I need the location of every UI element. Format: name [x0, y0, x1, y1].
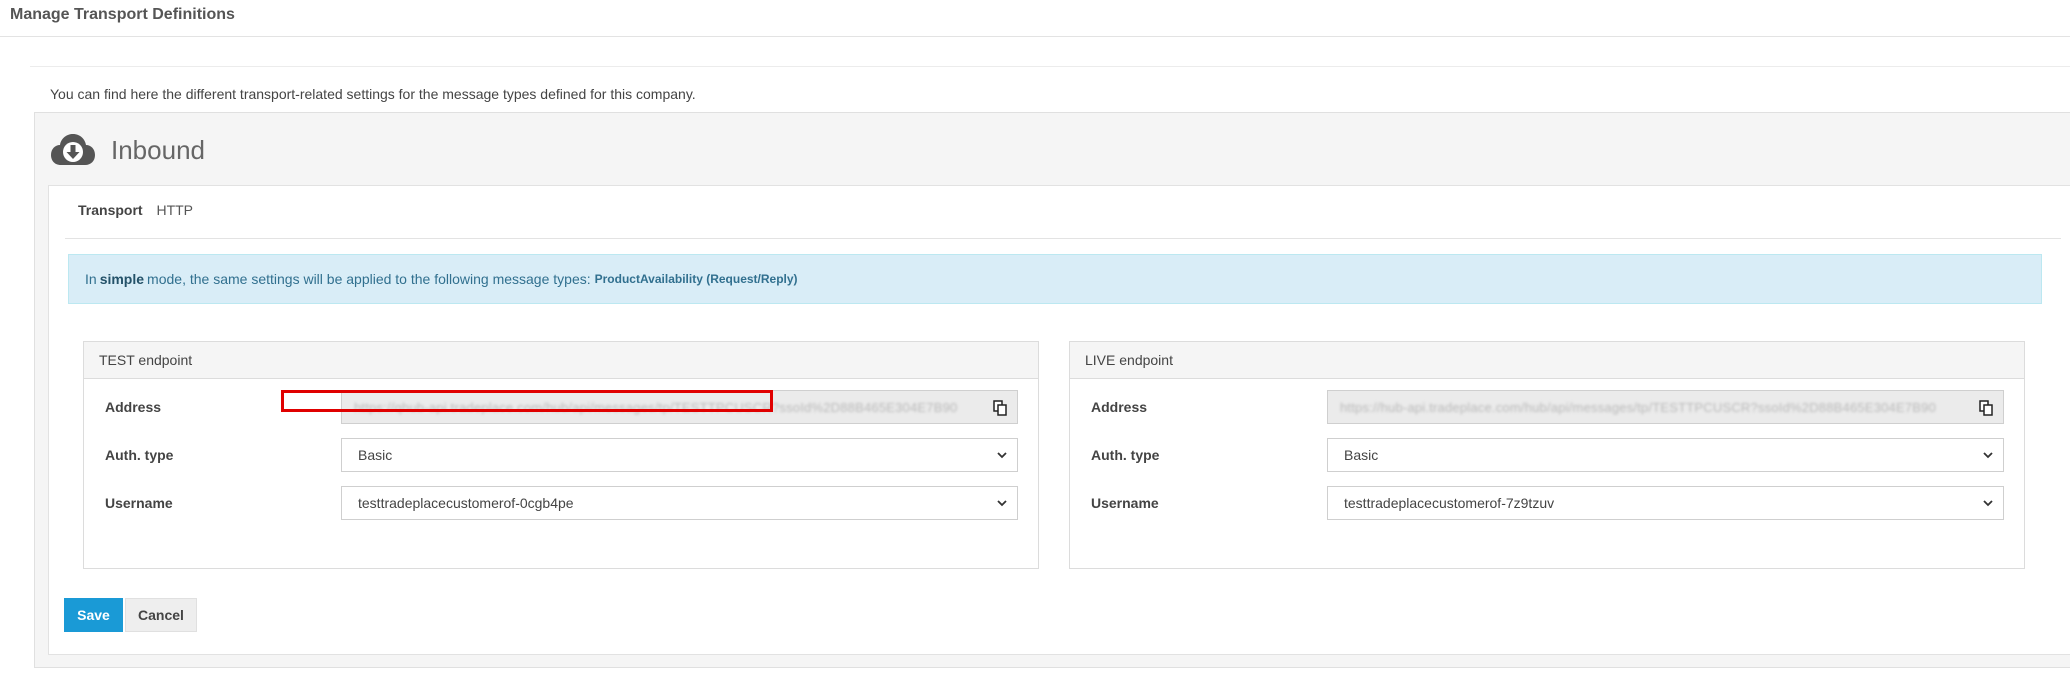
info-mode: simple	[99, 271, 145, 287]
test-endpoint-panel: TEST endpoint Address https://qhub-api.t…	[83, 341, 1039, 569]
live-address-value: https://hub-api.tradeplace.com/hub/api/m…	[1340, 399, 1937, 415]
test-username-select[interactable]: testtradeplacecustomerof-0cgb4pe	[341, 486, 1018, 520]
live-username-row: Username testtradeplacecustomerof-7z9tzu…	[1070, 486, 2024, 520]
live-auth-label: Auth. type	[1091, 447, 1160, 463]
chevron-down-icon	[997, 500, 1007, 507]
info-prefix: In	[85, 271, 97, 287]
live-auth-value: Basic	[1344, 447, 1379, 463]
live-auth-select[interactable]: Basic	[1327, 438, 2004, 472]
section-divider	[30, 66, 2070, 67]
save-button[interactable]: Save	[64, 598, 123, 632]
test-auth-value: Basic	[358, 447, 393, 463]
test-auth-row: Auth. type Basic	[84, 438, 1038, 472]
test-address-row: Address https://qhub-api.tradeplace.com/…	[84, 390, 1038, 424]
live-username-select[interactable]: testtradeplacecustomerof-7z9tzuv	[1327, 486, 2004, 520]
inbound-panel: Inbound Transport HTTP In simple mode, t…	[34, 112, 2070, 668]
live-address-row: Address https://hub-api.tradeplace.com/h…	[1070, 390, 2024, 424]
test-auth-select[interactable]: Basic	[341, 438, 1018, 472]
live-address-field[interactable]: https://hub-api.tradeplace.com/hub/api/m…	[1327, 390, 2004, 424]
test-address-value: https://qhub-api.tradeplace.com/hub/api/…	[354, 399, 958, 415]
info-message-types: ProductAvailability (Request/Reply)	[594, 272, 798, 286]
copy-icon	[993, 400, 1007, 416]
transport-card: Transport HTTP In simple mode, the same …	[48, 185, 2070, 655]
test-username-label: Username	[105, 495, 173, 511]
intro-text: You can find here the different transpor…	[50, 86, 696, 102]
transport-row: Transport HTTP	[78, 202, 193, 218]
live-username-label: Username	[1091, 495, 1159, 511]
test-username-row: Username testtradeplacecustomerof-0cgb4p…	[84, 486, 1038, 520]
chevron-down-icon	[1983, 500, 1993, 507]
chevron-down-icon	[1983, 452, 1993, 459]
test-address-label: Address	[105, 399, 162, 415]
test-copy-button[interactable]	[983, 391, 1017, 423]
test-username-value: testtradeplacecustomerof-0cgb4pe	[358, 495, 574, 511]
live-endpoint-panel: LIVE endpoint Address https://hub-api.tr…	[1069, 341, 2025, 569]
chevron-down-icon	[997, 452, 1007, 459]
test-auth-label: Auth. type	[105, 447, 174, 463]
copy-icon	[1979, 400, 1993, 416]
live-auth-row: Auth. type Basic	[1070, 438, 2024, 472]
page-title: Manage Transport Definitions	[10, 6, 235, 23]
simple-mode-info: In simple mode, the same settings will b…	[68, 254, 2042, 304]
info-text: mode, the same settings will be applied …	[147, 271, 591, 287]
live-address-label: Address	[1091, 399, 1148, 415]
test-endpoint-header: TEST endpoint	[84, 342, 1038, 379]
transport-label: Transport	[78, 202, 143, 218]
live-copy-button[interactable]	[1969, 391, 2003, 423]
title-divider	[0, 36, 2070, 37]
test-address-field[interactable]: https://qhub-api.tradeplace.com/hub/api/…	[341, 390, 1018, 424]
transport-value: HTTP	[156, 202, 194, 218]
live-endpoint-header: LIVE endpoint	[1070, 342, 2024, 379]
cloud-download-icon	[51, 134, 95, 165]
cancel-button[interactable]: Cancel	[125, 598, 197, 632]
transport-divider	[65, 238, 2061, 239]
inbound-title: Inbound	[111, 134, 205, 165]
live-username-value: testtradeplacecustomerof-7z9tzuv	[1344, 495, 1555, 511]
inbound-header: Inbound	[51, 133, 205, 167]
